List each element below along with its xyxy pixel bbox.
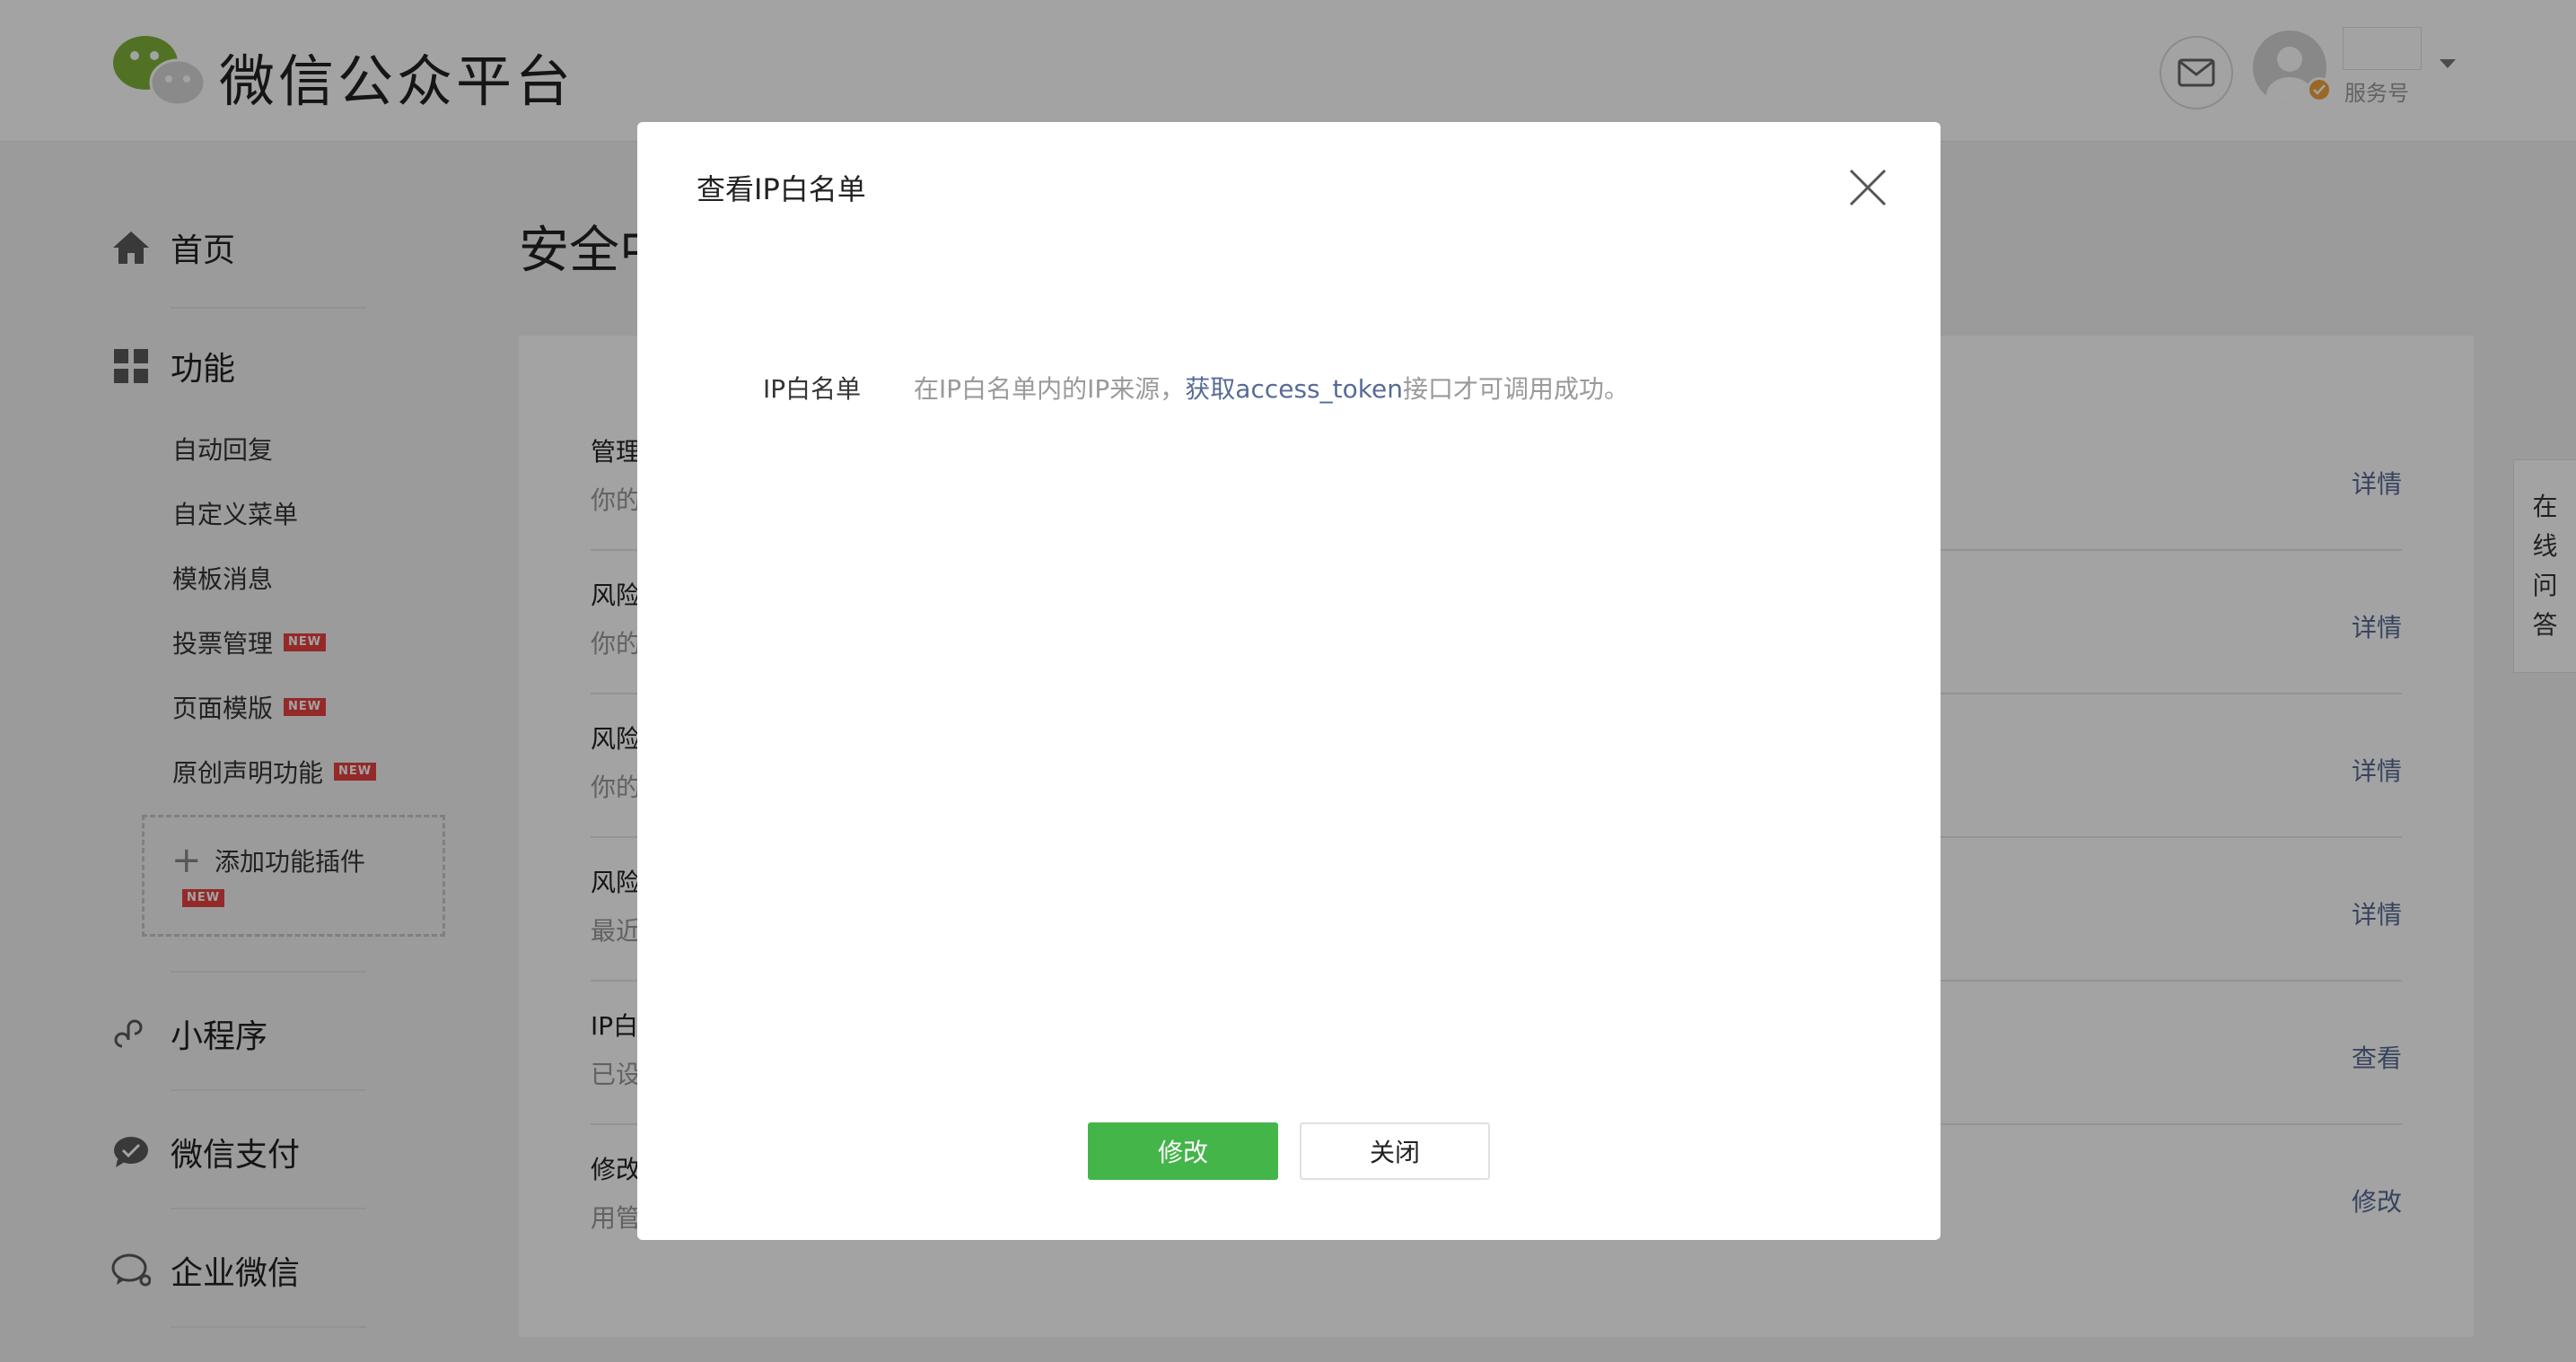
field-label: IP白名单 xyxy=(763,374,862,404)
access-token-link[interactable]: 获取access_token xyxy=(1185,374,1403,404)
modify-button[interactable]: 修改 xyxy=(1088,1122,1278,1180)
tip-suffix: 接口才可调用成功。 xyxy=(1402,374,1629,404)
tip-prefix: 在IP白名单内的IP来源， xyxy=(914,374,1186,404)
page: 微信公众平台 服务号 首页 功能 自动回复 自定义菜单 模板消息 投票管理 NE… xyxy=(0,0,2576,1362)
field-tip: 在IP白名单内的IP来源，获取access_token接口才可调用成功。 xyxy=(914,370,1629,406)
ip-whitelist-dialog: 查看IP白名单 IP白名单 在IP白名单内的IP来源，获取access_toke… xyxy=(637,122,1941,1240)
close-button[interactable]: 关闭 xyxy=(1300,1122,1490,1180)
close-icon[interactable] xyxy=(1847,167,1888,208)
dialog-title: 查看IP白名单 xyxy=(697,172,866,206)
